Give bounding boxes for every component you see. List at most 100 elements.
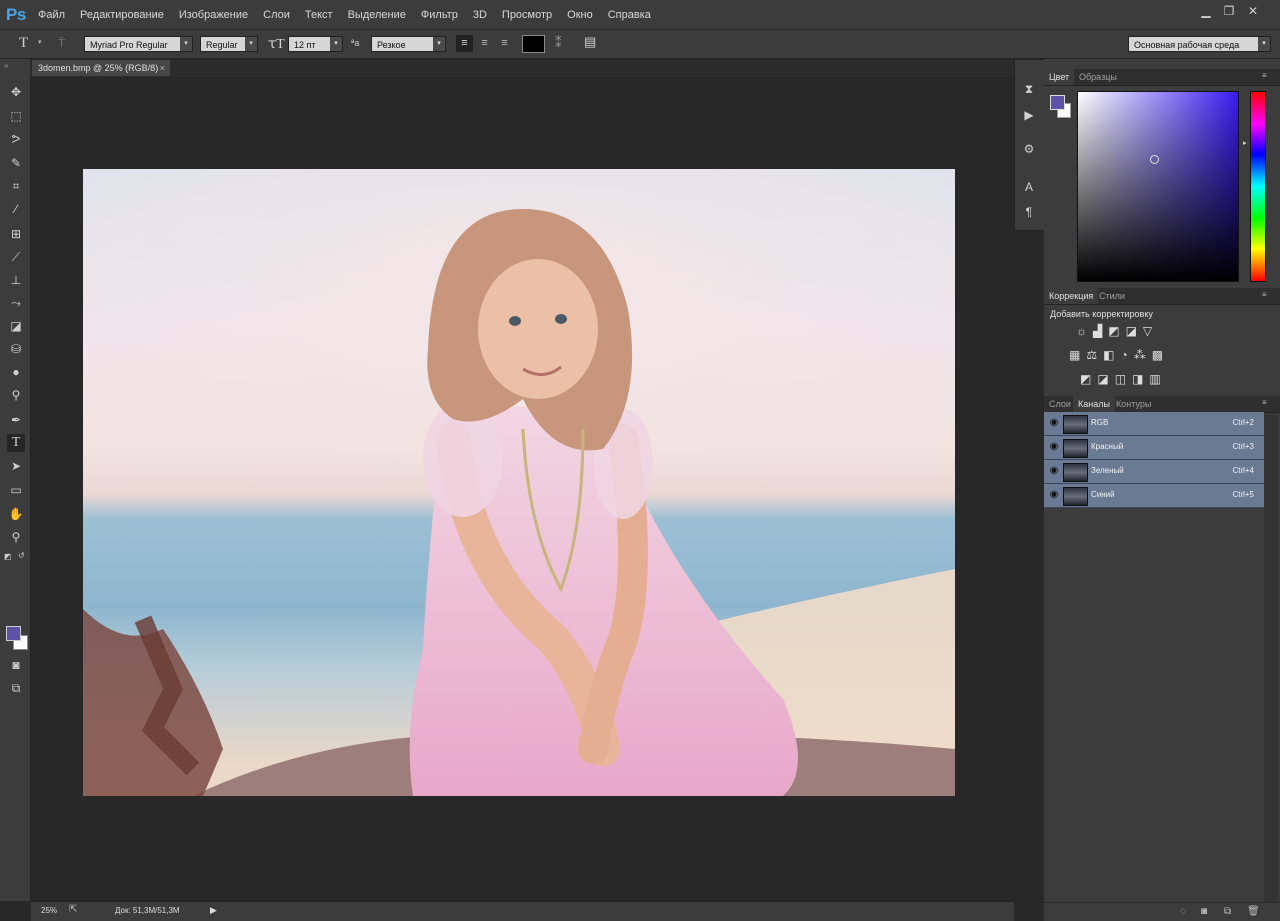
eye-icon[interactable]: ◉ bbox=[1048, 465, 1060, 477]
eye-icon[interactable]: ◉ bbox=[1048, 417, 1060, 429]
toggle-orientation-icon[interactable]: ⍑ bbox=[58, 36, 65, 51]
crop-tool-icon[interactable]: ⌗ bbox=[7, 177, 25, 195]
color-balance-icon[interactable]: ⚖ bbox=[1086, 348, 1097, 364]
curves-icon[interactable]: ◩ bbox=[1108, 324, 1119, 340]
quick-select-tool-icon[interactable]: ✎ bbox=[7, 154, 25, 172]
threshold-icon[interactable]: ◫ bbox=[1115, 372, 1126, 388]
hue-saturation-icon[interactable]: ▦ bbox=[1069, 348, 1080, 364]
share-icon[interactable]: ⇱ bbox=[69, 904, 77, 915]
screen-mode-icon[interactable]: ⧉ bbox=[7, 679, 25, 697]
close-icon[interactable]: ✕ bbox=[1243, 2, 1263, 20]
tab-channels[interactable]: Каналы bbox=[1073, 396, 1115, 412]
swap-colors-icon[interactable]: ↺ bbox=[18, 551, 25, 560]
picker-marker[interactable] bbox=[1150, 155, 1159, 164]
channels-scrollbar[interactable] bbox=[1264, 414, 1278, 909]
tab-styles[interactable]: Стили bbox=[1094, 288, 1130, 304]
tab-paths[interactable]: Контуры bbox=[1111, 396, 1156, 412]
channel-row-rgb[interactable]: ◉ RGB Ctrl+2 bbox=[1044, 412, 1264, 436]
document-tab[interactable]: 3domen.bmp @ 25% (RGB/8) × bbox=[32, 60, 170, 76]
lasso-tool-icon[interactable]: ᕗ bbox=[7, 130, 25, 148]
hue-slider[interactable] bbox=[1250, 91, 1266, 282]
levels-icon[interactable]: ▟ bbox=[1093, 324, 1102, 340]
eraser-tool-icon[interactable]: ◪ bbox=[7, 317, 25, 335]
zoom-level[interactable]: 25% bbox=[41, 906, 57, 915]
minimize-icon[interactable]: ▁ bbox=[1196, 2, 1216, 20]
pen-tool-icon[interactable]: ✒ bbox=[7, 411, 25, 429]
menu-window[interactable]: Окно bbox=[567, 9, 593, 21]
panel-menu-icon[interactable]: ≡ bbox=[1262, 290, 1267, 299]
move-tool-icon[interactable]: ✥ bbox=[7, 83, 25, 101]
eye-icon[interactable]: ◉ bbox=[1048, 489, 1060, 501]
collapse-toolbox-icon[interactable]: » bbox=[4, 61, 8, 70]
workspace-select[interactable]: Основная рабочая среда ▾ bbox=[1128, 36, 1271, 52]
menu-layers[interactable]: Слои bbox=[263, 9, 290, 21]
brush-tool-icon[interactable]: ⟋ bbox=[7, 248, 25, 266]
eye-icon[interactable]: ◉ bbox=[1048, 441, 1060, 453]
selective-color-icon[interactable]: ◨ bbox=[1132, 372, 1143, 388]
save-selection-icon[interactable]: ◙ bbox=[1201, 906, 1207, 917]
document-image[interactable] bbox=[83, 169, 955, 796]
align-right-icon[interactable]: ≡ bbox=[496, 35, 513, 52]
menu-select[interactable]: Выделение bbox=[348, 9, 406, 21]
menu-image[interactable]: Изображение bbox=[179, 9, 248, 21]
tab-swatches[interactable]: Образцы bbox=[1074, 69, 1122, 85]
healing-brush-tool-icon[interactable]: ⊞ bbox=[7, 225, 25, 243]
color-lookup-icon[interactable]: ▩ bbox=[1152, 348, 1163, 364]
channel-row-red[interactable]: ◉ Красный Ctrl+3 bbox=[1044, 436, 1264, 460]
type-tool-icon[interactable]: T bbox=[19, 35, 28, 52]
tab-layers[interactable]: Слои bbox=[1044, 396, 1076, 412]
menu-type[interactable]: Текст bbox=[305, 9, 333, 21]
color-panel-foreground-swatch[interactable] bbox=[1050, 95, 1065, 110]
vibrance-icon[interactable]: ▽ bbox=[1143, 324, 1152, 340]
antialias-select[interactable]: Резкое ▾ bbox=[371, 36, 446, 52]
foreground-color-swatch[interactable] bbox=[6, 626, 21, 641]
panel-menu-icon[interactable]: ≡ bbox=[1262, 71, 1267, 80]
channel-mixer-icon[interactable]: ⁂ bbox=[1134, 348, 1146, 364]
path-select-tool-icon[interactable]: ➤ bbox=[7, 457, 25, 475]
text-color-swatch[interactable] bbox=[522, 35, 545, 53]
menu-help[interactable]: Справка bbox=[608, 9, 651, 21]
history-icon[interactable]: ⧗ bbox=[1022, 82, 1036, 96]
menu-edit[interactable]: Редактирование bbox=[80, 9, 164, 21]
color-picker-field[interactable] bbox=[1077, 91, 1239, 282]
paint-bucket-tool-icon[interactable]: ⛁ bbox=[7, 340, 25, 358]
channel-row-green[interactable]: ◉ Зеленый Ctrl+4 bbox=[1044, 460, 1264, 484]
align-center-icon[interactable]: ≡ bbox=[476, 35, 493, 52]
menu-filter[interactable]: Фильтр bbox=[421, 9, 458, 21]
photo-filter-icon[interactable]: ◔ bbox=[1120, 348, 1127, 364]
blur-tool-icon[interactable]: ● bbox=[7, 363, 25, 381]
posterize-icon[interactable]: ◪ bbox=[1097, 372, 1108, 388]
font-size-select[interactable]: 12 пт ▾ bbox=[288, 36, 343, 52]
exposure-icon[interactable]: ◪ bbox=[1126, 324, 1137, 340]
hand-tool-icon[interactable]: ✋ bbox=[7, 505, 25, 523]
invert-icon[interactable]: ◩ bbox=[1080, 372, 1091, 388]
rectangle-tool-icon[interactable]: ▭ bbox=[7, 481, 25, 499]
dodge-tool-icon[interactable]: ⚲ bbox=[7, 386, 25, 404]
tool-preset-arrow-icon[interactable]: ▾ bbox=[38, 38, 42, 46]
default-colors-icon[interactable]: ◩ bbox=[4, 552, 12, 561]
eyedropper-tool-icon[interactable]: ⁄ bbox=[7, 200, 25, 218]
actions-play-icon[interactable]: ▶ bbox=[1022, 108, 1036, 122]
load-selection-icon[interactable]: ◌ bbox=[1180, 906, 1186, 917]
quick-mask-icon[interactable]: ◙ bbox=[7, 656, 25, 674]
gradient-map-icon[interactable]: ▥ bbox=[1149, 372, 1160, 388]
brightness-contrast-icon[interactable]: ☼ bbox=[1076, 324, 1087, 340]
properties-icon[interactable]: ⚙ bbox=[1022, 142, 1036, 156]
type-tool-icon[interactable]: T bbox=[7, 434, 25, 452]
paragraph-icon[interactable]: ¶ bbox=[1022, 205, 1036, 219]
channel-row-blue[interactable]: ◉ Синий Ctrl+5 bbox=[1044, 484, 1264, 508]
menu-view[interactable]: Просмотр bbox=[502, 9, 552, 21]
black-white-icon[interactable]: ◧ bbox=[1103, 348, 1114, 364]
font-style-select[interactable]: Regular ▾ bbox=[200, 36, 258, 52]
close-tab-icon[interactable]: × bbox=[160, 60, 165, 76]
stamp-tool-icon[interactable]: ⊥ bbox=[7, 271, 25, 289]
align-left-icon[interactable]: ≡ bbox=[456, 35, 473, 52]
character-icon[interactable]: A bbox=[1022, 180, 1036, 194]
status-menu-arrow-icon[interactable]: ▶ bbox=[210, 905, 217, 916]
font-family-select[interactable]: Myriad Pro Regular ▾ bbox=[84, 36, 193, 52]
warp-text-icon[interactable]: ⁑ bbox=[555, 35, 562, 51]
marquee-tool-icon[interactable]: ⬚ bbox=[7, 107, 25, 125]
hue-slider-arrow-icon[interactable]: ▸ bbox=[1243, 139, 1247, 147]
tab-adjustments[interactable]: Коррекция bbox=[1044, 288, 1099, 304]
panel-menu-icon[interactable]: ≡ bbox=[1262, 398, 1267, 407]
